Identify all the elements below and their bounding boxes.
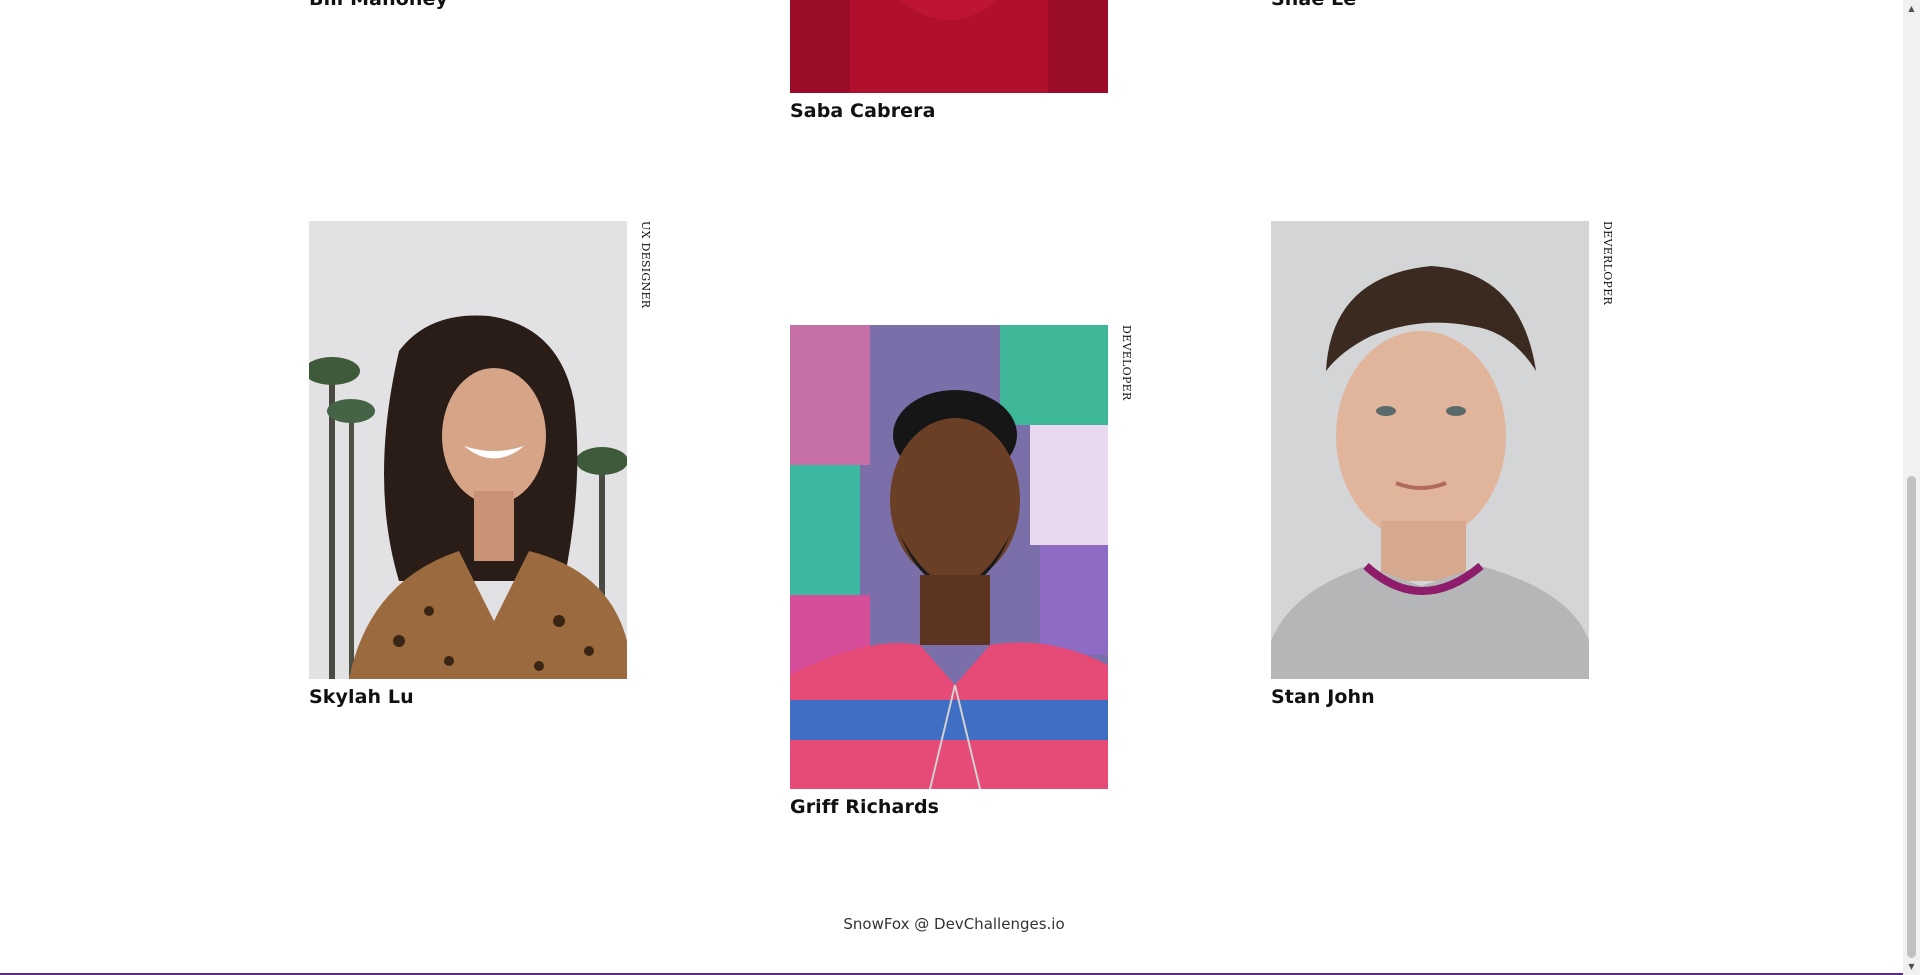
vertical-scrollbar[interactable]: ▲ ▼ (1903, 0, 1920, 975)
member-name-saba-cabrera: Saba Cabrera (790, 100, 936, 122)
member-role-skylah-lu: UX DESIGNER (639, 221, 652, 309)
scrollbar-thumb[interactable] (1907, 476, 1916, 958)
member-name-skylah-lu: Skylah Lu (309, 686, 414, 708)
page: Bill Mahoney Saba Cabrera Shae Le (0, 0, 1920, 975)
member-name-shae-le: Shae Le (1271, 0, 1356, 10)
member-role-stan-john: DEVERLOPER (1601, 221, 1614, 306)
member-photo-griff-richards (790, 325, 1108, 789)
member-photo-stan-john (1271, 221, 1589, 679)
member-name-griff-richards: Griff Richards (790, 796, 940, 818)
member-photo-saba-cabrera (790, 0, 1108, 93)
member-name-stan-john: Stan John (1271, 686, 1375, 708)
footer-credit: SnowFox @ DevChallenges.io (843, 915, 1065, 933)
member-role-griff-richards: DEVELOPER (1120, 325, 1133, 401)
member-name-bill-mahoney: Bill Mahoney (309, 0, 448, 10)
scroll-down-arrow-icon[interactable]: ▼ (1903, 958, 1920, 975)
scroll-up-arrow-icon[interactable]: ▲ (1903, 0, 1920, 17)
member-photo-skylah-lu (309, 221, 627, 679)
